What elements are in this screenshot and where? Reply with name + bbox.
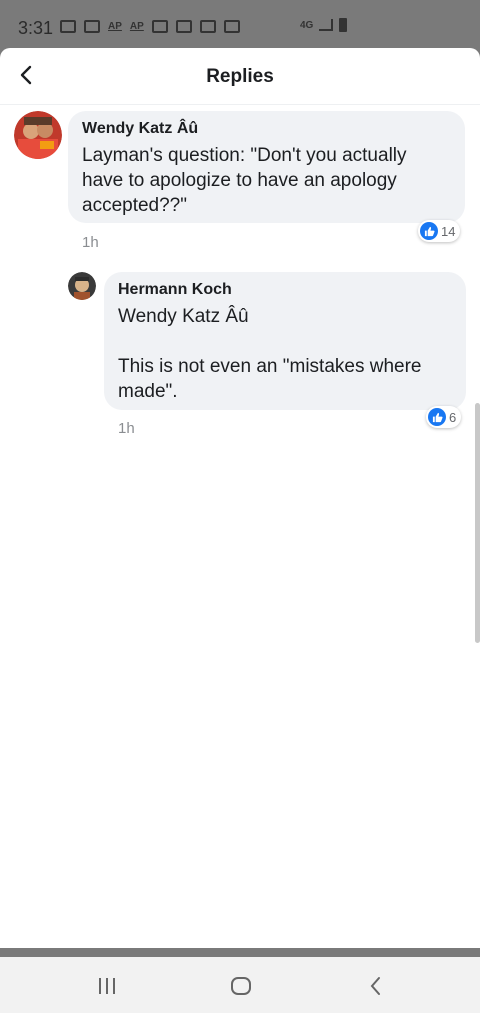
avatar-image: [14, 111, 62, 159]
comment-text: Wendy Katz Âû This is not even an "mista…: [118, 306, 422, 402]
home-button[interactable]: [221, 971, 261, 1001]
image-icon: [199, 20, 216, 33]
page-title: Replies: [206, 66, 274, 87]
notification-icons: AP AP: [60, 20, 240, 33]
status-time: 3:31: [18, 18, 54, 38]
avatar[interactable]: [68, 272, 96, 300]
network-type: 4G: [300, 19, 314, 31]
back-nav-icon: [370, 977, 380, 995]
wifi-call-icon: [84, 20, 100, 33]
like-icon: [420, 222, 438, 240]
system-nav-bar: [0, 957, 480, 1013]
system-icons: 4G: [300, 18, 348, 32]
avatar[interactable]: [14, 111, 62, 159]
window-icon: [223, 20, 240, 33]
reaction-count: 6: [449, 409, 457, 425]
replies-sheet: Replies Wendy Katz Âû Layman's question:…: [0, 48, 480, 948]
back-nav-button[interactable]: [356, 971, 396, 1001]
ap-icon: AP: [108, 21, 122, 32]
status-bar: 3:31 AP AP 4G: [0, 0, 480, 48]
comment-author[interactable]: Hermann Koch: [118, 280, 452, 300]
recent-apps-icon: [99, 978, 115, 994]
avatar-image: [68, 272, 96, 300]
reaction-summary[interactable]: 6: [426, 406, 462, 428]
signal-icon: [319, 19, 334, 31]
scrollbar[interactable]: [475, 403, 480, 643]
reaction-summary[interactable]: 14: [418, 220, 461, 242]
header: Replies: [0, 48, 480, 105]
comment-time: 1h: [118, 420, 135, 437]
chart-icon: [151, 20, 168, 33]
comment-bubble[interactable]: Wendy Katz Âû Layman's question: "Don't …: [68, 111, 465, 223]
comment-text: Layman's question: "Don't you actually h…: [82, 145, 407, 216]
comment-bubble[interactable]: Hermann Koch Wendy Katz Âû This is not e…: [104, 272, 466, 410]
comment-author[interactable]: Wendy Katz Âû: [82, 119, 451, 139]
ap-icon-2: AP: [129, 21, 144, 32]
news-icon: [175, 20, 192, 33]
message-icon: [60, 20, 76, 33]
home-icon: [231, 977, 251, 995]
like-icon: [428, 408, 446, 426]
reaction-count: 14: [441, 223, 456, 239]
comment-time: 1h: [82, 234, 99, 251]
battery-icon: [339, 18, 348, 32]
recent-apps-button[interactable]: [87, 971, 127, 1001]
